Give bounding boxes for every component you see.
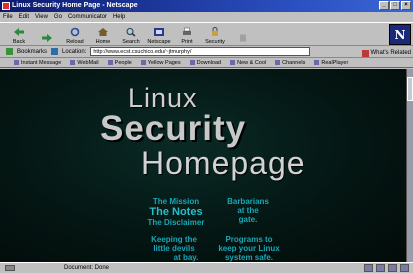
link-realplayer[interactable]: RealPlayer bbox=[314, 58, 348, 67]
related-icon bbox=[361, 49, 369, 57]
bookmark-icon bbox=[6, 48, 13, 55]
minimize-button[interactable]: _ bbox=[379, 1, 389, 10]
print-icon bbox=[183, 27, 191, 35]
security-lock-icon[interactable] bbox=[5, 265, 15, 271]
home-icon bbox=[98, 28, 108, 36]
home-button[interactable]: Home bbox=[90, 23, 116, 45]
page-content: Linux Security Homepage The Mission The … bbox=[0, 69, 406, 262]
stop-button[interactable] bbox=[230, 23, 256, 45]
status-bar: Document: Done bbox=[0, 262, 413, 273]
menu-communicator[interactable]: Communicator bbox=[68, 12, 107, 22]
back-button[interactable]: Back bbox=[6, 23, 32, 45]
title-security: Security bbox=[100, 109, 247, 148]
vertical-scrollbar[interactable] bbox=[406, 69, 413, 262]
component-bar bbox=[364, 264, 409, 272]
link-yellow-pages[interactable]: Yellow Pages bbox=[140, 58, 181, 67]
close-button[interactable]: × bbox=[401, 1, 411, 10]
link-instant-message[interactable]: Instant Message bbox=[14, 58, 61, 67]
link-the-notes[interactable]: The Notes bbox=[132, 206, 220, 218]
location-label: Location: bbox=[62, 48, 87, 55]
link-channels[interactable]: Channels bbox=[275, 58, 305, 67]
link-download[interactable]: Download bbox=[189, 58, 221, 67]
reload-icon bbox=[70, 27, 80, 37]
keeping-devils-link[interactable]: Keeping the little devils at bay. bbox=[136, 235, 212, 262]
window-title: Linux Security Home Page - Netscape bbox=[12, 2, 138, 9]
netscape-logo[interactable]: N bbox=[389, 24, 411, 45]
reload-button[interactable]: Reload bbox=[62, 23, 88, 45]
link-icon bbox=[107, 60, 113, 65]
location-icon bbox=[51, 48, 59, 55]
link-icon bbox=[314, 60, 320, 65]
forward-button[interactable] bbox=[34, 23, 60, 45]
left-link-group: The Mission The Notes The Disclaimer bbox=[132, 197, 220, 227]
link-people[interactable]: People bbox=[107, 58, 132, 67]
link-the-disclaimer[interactable]: The Disclaimer bbox=[132, 218, 220, 227]
scrollbar-thumb[interactable] bbox=[407, 77, 413, 101]
link-the-mission[interactable]: The Mission bbox=[132, 197, 220, 206]
link-icon bbox=[275, 60, 281, 65]
composer-icon[interactable] bbox=[400, 264, 409, 272]
netscape-button[interactable]: Netscape bbox=[146, 23, 172, 45]
personal-toolbar: Instant Message WebMail People Yellow Pa… bbox=[0, 58, 413, 68]
url-input[interactable]: http://www.ecst.csuchico.edu/~jtmurphy/ bbox=[90, 47, 311, 56]
navigation-toolbar: Back Reload Home Search Netscape Print S… bbox=[0, 22, 413, 46]
link-webmail[interactable]: WebMail bbox=[70, 58, 99, 67]
status-text: Document: Done bbox=[64, 265, 110, 271]
link-icon bbox=[230, 60, 236, 65]
discussion-icon[interactable] bbox=[388, 264, 397, 272]
location-bar: Bookmarks Location: http://www.ecst.csuc… bbox=[0, 46, 413, 58]
browser-window: Linux Security Home Page - Netscape _ □ … bbox=[0, 0, 413, 273]
link-icon bbox=[70, 60, 76, 65]
link-icon bbox=[189, 60, 195, 65]
title-homepage: Homepage bbox=[141, 145, 306, 181]
menu-view[interactable]: View bbox=[35, 12, 48, 22]
security-icon bbox=[212, 27, 218, 36]
barbarians-link[interactable]: Barbarians at the gate. bbox=[216, 197, 280, 224]
programs-link[interactable]: Programs to keep your Linux system safe. bbox=[206, 235, 292, 262]
stop-icon bbox=[240, 34, 246, 42]
menu-edit[interactable]: Edit bbox=[19, 12, 29, 22]
maximize-button[interactable]: □ bbox=[390, 1, 400, 10]
title-bar: Linux Security Home Page - Netscape _ □ … bbox=[0, 0, 413, 12]
back-arrow-icon bbox=[14, 28, 24, 36]
forward-arrow-icon bbox=[42, 34, 52, 42]
search-icon bbox=[126, 28, 136, 37]
link-icon bbox=[140, 60, 146, 65]
security-button[interactable]: Security bbox=[202, 23, 228, 45]
netscape-icon bbox=[154, 28, 164, 36]
bookmarks-button[interactable]: Bookmarks bbox=[17, 46, 47, 58]
menu-file[interactable]: File bbox=[3, 12, 13, 22]
menu-bar: File Edit View Go Communicator Help bbox=[0, 12, 413, 22]
link-icon bbox=[14, 60, 19, 65]
menu-go[interactable]: Go bbox=[54, 12, 62, 22]
link-new-cool[interactable]: New & Cool bbox=[230, 58, 266, 67]
menu-help[interactable]: Help bbox=[113, 12, 125, 22]
navigator-icon[interactable] bbox=[364, 264, 373, 272]
mail-icon[interactable] bbox=[376, 264, 385, 272]
netscape-app-icon bbox=[2, 2, 10, 10]
print-button[interactable]: Print bbox=[174, 23, 200, 45]
search-button[interactable]: Search bbox=[118, 23, 144, 45]
